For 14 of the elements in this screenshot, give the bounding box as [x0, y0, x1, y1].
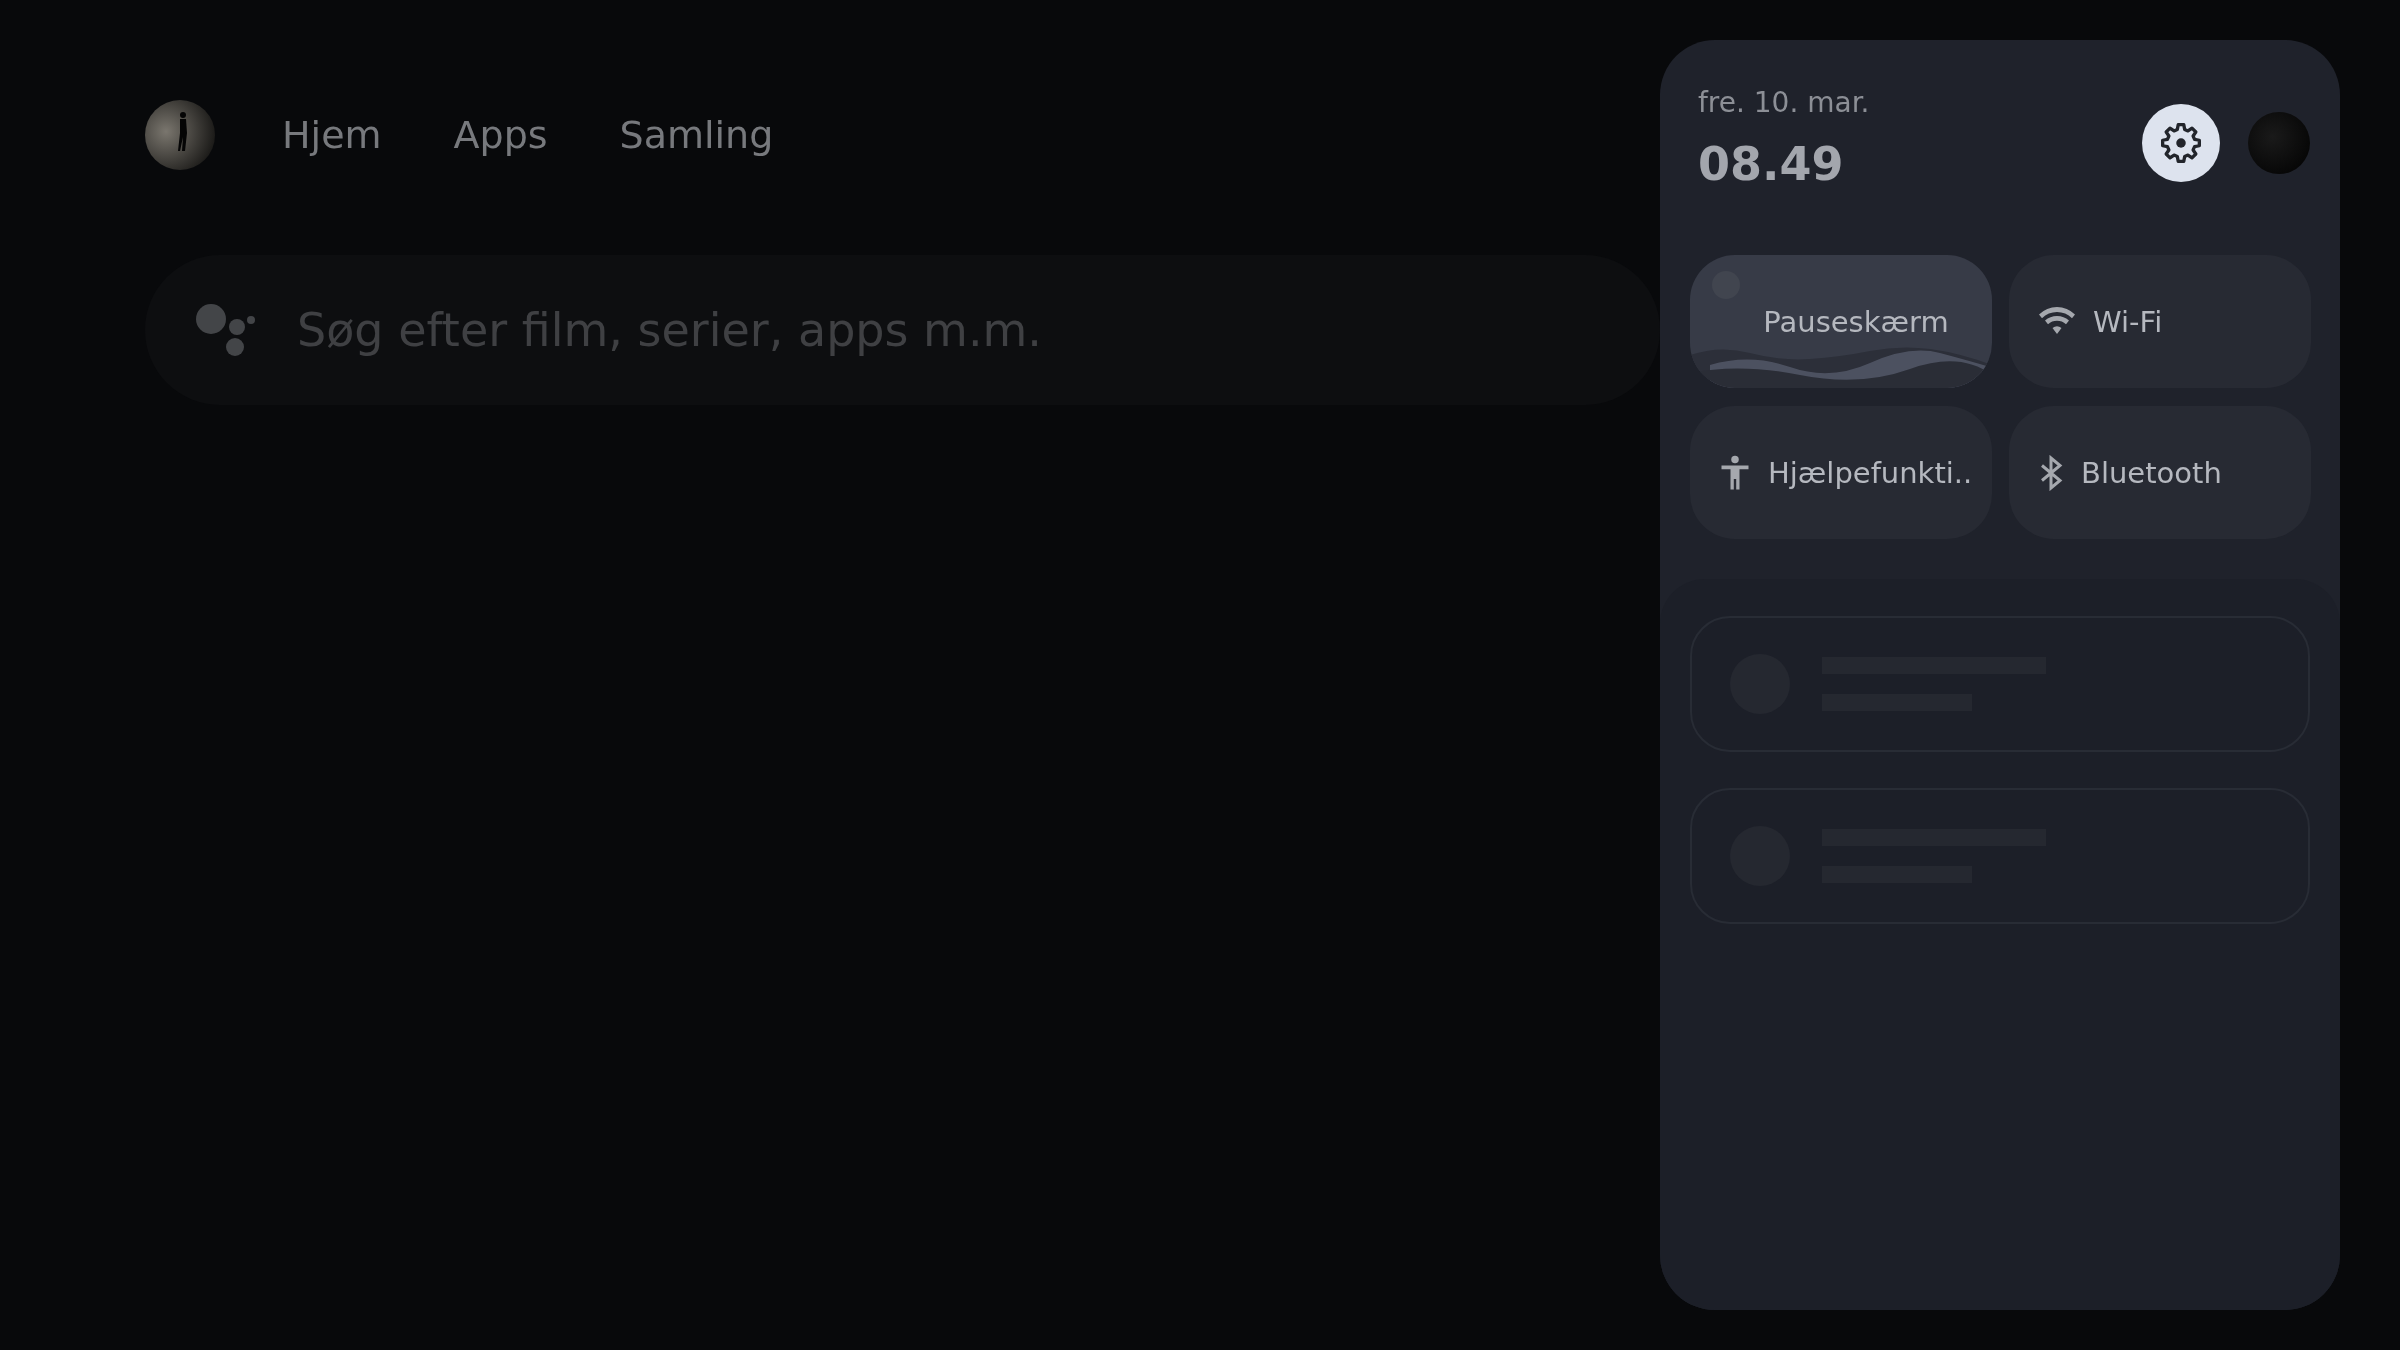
bluetooth-icon [2039, 454, 2063, 491]
quick-setting-tile[interactable]: Hjælpefunkti.. [1690, 406, 1992, 539]
date: fre. 10. mar. [1698, 86, 1870, 119]
quick-setting-tile[interactable]: Wi-Fi [2009, 255, 2311, 388]
avatar[interactable] [145, 100, 215, 170]
settings-icon [2159, 121, 2203, 165]
clock-time: 08.49 [1698, 137, 1845, 191]
assistant-icon [195, 303, 255, 357]
nav-tab[interactable]: Samling [619, 113, 774, 157]
accessibility-icon [1720, 454, 1750, 491]
nav-tab[interactable]: Hjem [282, 113, 382, 157]
quick-setting-tile[interactable]: Pauseskærm [1690, 255, 1992, 388]
quick-setting-tile[interactable]: Bluetooth [2009, 406, 2311, 539]
nav-tab[interactable]: Apps [453, 113, 548, 157]
